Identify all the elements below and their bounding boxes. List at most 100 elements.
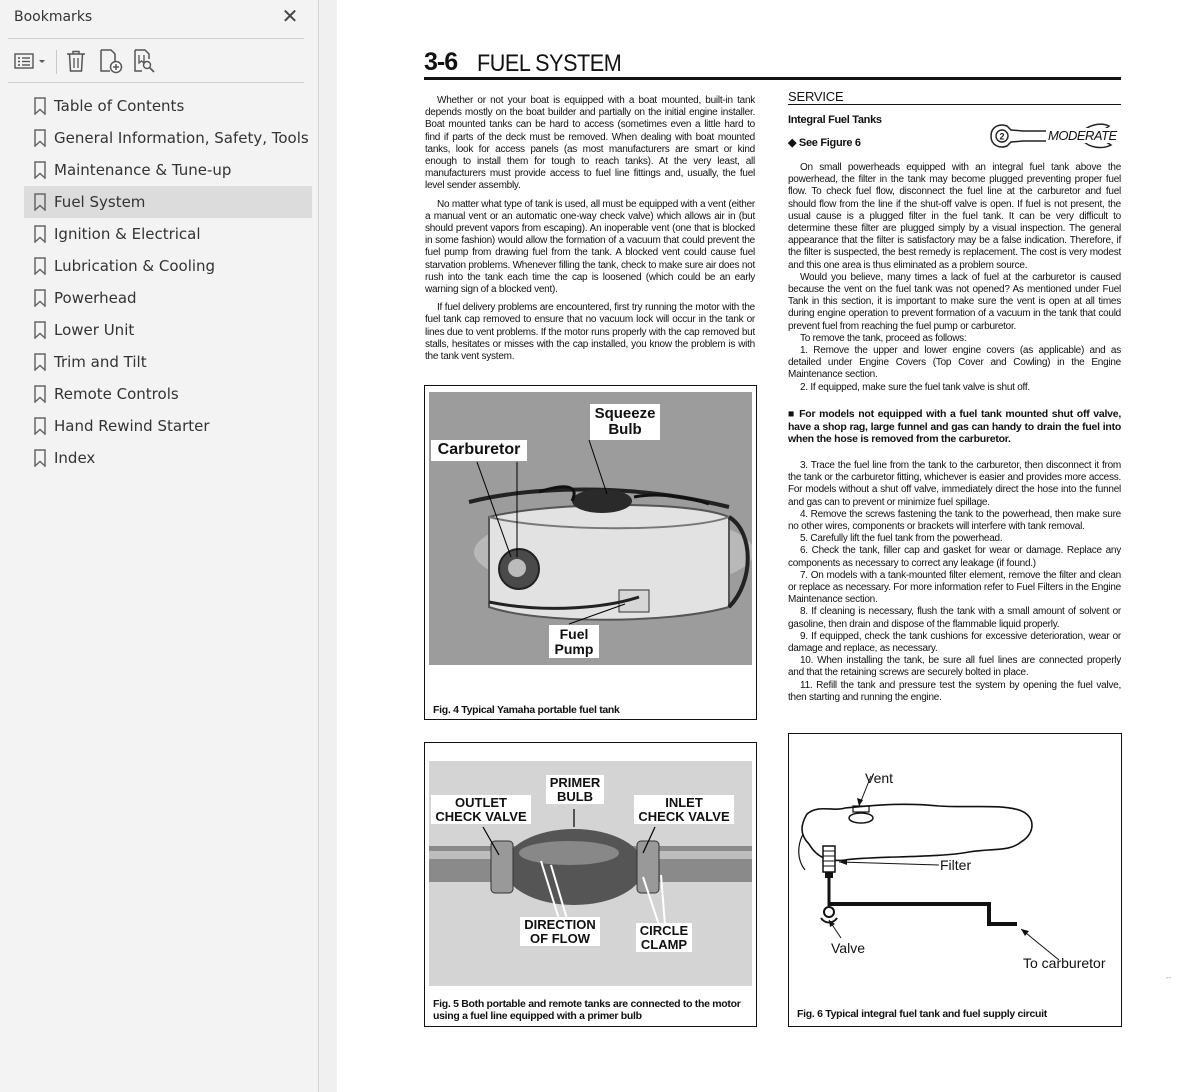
direction-of-flow-label: DIRECTION OF FLOW	[520, 917, 600, 947]
list-options-icon[interactable]	[12, 46, 48, 76]
step: 10. When installing the tank, be sure al…	[788, 655, 1121, 679]
bookmark-fuel-system[interactable]: Fuel System	[24, 186, 312, 218]
bookmark-label: Maintenance & Tune-up	[54, 161, 232, 179]
figure-caption: Fig. 4 Typical Yamaha portable fuel tank	[433, 704, 620, 716]
bookmark-lubrication[interactable]: Lubrication & Cooling	[24, 250, 312, 282]
step: 2. If equipped, make sure the fuel tank …	[800, 381, 1030, 393]
figure-reference-text: See Figure 6	[798, 137, 861, 149]
bookmark-label: Lubrication & Cooling	[54, 257, 216, 275]
label-text: Bulb	[608, 420, 642, 438]
bookmark-ignition[interactable]: Ignition & Electrical	[24, 218, 312, 250]
bookmark-hand-rewind-starter[interactable]: Hand Rewind Starter	[24, 410, 312, 442]
square-bullet-icon: ■	[788, 408, 800, 420]
paragraph: To remove the tank, proceed as follows:	[800, 332, 967, 344]
bookmark-lower-unit[interactable]: Lower Unit	[24, 314, 312, 346]
diamond-icon: ◆	[788, 137, 799, 149]
body-column-right: On small powerheads equipped with an int…	[788, 162, 1121, 394]
bookmark-icon	[29, 159, 51, 181]
fuel-tank-photo: Squeeze Bulb Carburetor Fuel Pump	[429, 392, 752, 665]
bookmark-label: Trim and Tilt	[54, 353, 147, 371]
subsection-heading: Integral Fuel Tanks	[788, 114, 882, 126]
vent-label: Vent	[865, 770, 894, 786]
bookmark-general-information[interactable]: General Information, Safety, Tools	[24, 122, 312, 154]
inlet-check-valve-label: INLET CHECK VALVE	[634, 795, 734, 825]
bookmark-maintenance[interactable]: Maintenance & Tune-up	[24, 154, 312, 186]
paragraph: Would you believe, many times a lack of …	[788, 271, 1121, 332]
bookmark-remote-controls[interactable]: Remote Controls	[24, 378, 312, 410]
step: 7. On models with a tank-mounted filter …	[788, 569, 1121, 606]
bookmark-label: Powerhead	[54, 289, 137, 307]
label-text: Fuel	[559, 626, 589, 642]
figure-5: PRIMER BULB OUTLET CHECK VALVE INLET CHECK …	[424, 742, 757, 1027]
panel-title: Bookmarks	[14, 9, 93, 25]
bookmark-label: General Information, Safety, Tools	[54, 129, 309, 147]
bookmark-label: Remote Controls	[54, 385, 179, 403]
step: 6. Check the tank, filler cap and gasket…	[788, 545, 1121, 569]
find-bookmark-icon[interactable]	[132, 46, 158, 76]
paragraph: If fuel delivery problems are encountere…	[425, 302, 755, 363]
primer-bulb-label: PRIMER BULB	[546, 775, 604, 805]
paragraph: No matter what type of tank is used, all…	[425, 198, 755, 296]
figure-caption: Fig. 6 Typical integral fuel tank and fu…	[797, 1008, 1047, 1020]
add-bookmark-icon[interactable]	[98, 46, 124, 76]
bookmark-icon	[29, 287, 51, 309]
paragraph: Whether or not your boat is equipped wit…	[425, 95, 755, 192]
bookmark-label: Index	[54, 449, 96, 467]
squeeze-bulb-label: Squeeze Bulb	[590, 404, 660, 440]
bookmark-icon	[29, 447, 51, 469]
figure-reference: ◆ See Figure 6	[788, 136, 861, 149]
bookmark-icon	[29, 415, 51, 437]
figure-6: Vent Filter Valve To carburetor Fig. 6 T…	[788, 733, 1122, 1027]
difficulty-badge: 2 MODERATE	[983, 118, 1123, 154]
page-mark: --	[1166, 973, 1172, 982]
svg-text:2: 2	[999, 132, 1004, 142]
carburetor-label: Carburetor	[431, 440, 527, 461]
section-number: 3-6	[424, 48, 458, 76]
figure-caption: Fig. 5 Both portable and remote tanks ar…	[433, 998, 741, 1022]
bookmark-icon	[29, 383, 51, 405]
label-text: BULB	[556, 788, 594, 804]
step: 4. Remove the screws fastening the tank …	[788, 508, 1121, 533]
document-viewer[interactable]: 3-6 FUEL SYSTEM Whether or not your boat…	[319, 0, 1183, 1092]
step: 5. Carefully lift the fuel tank from the…	[800, 533, 1003, 545]
bookmarks-toolbar	[10, 44, 310, 78]
step: 8. If cleaning is necessary, flush the t…	[788, 606, 1121, 630]
divider	[8, 82, 304, 83]
warning-text: For models not equipped with a fuel tank…	[788, 408, 1122, 445]
section-title: FUEL SYSTEM	[477, 50, 622, 77]
bookmark-index[interactable]: Index	[24, 442, 312, 474]
bookmark-label: Lower Unit	[54, 321, 135, 339]
step: 11. Refill the tank and pressure test th…	[788, 679, 1121, 703]
bookmark-label: Ignition & Electrical	[54, 225, 201, 243]
bookmark-label: Hand Rewind Starter	[54, 417, 210, 435]
filter-label: Filter	[940, 857, 972, 873]
bookmark-icon	[29, 351, 51, 373]
bookmark-table-of-contents[interactable]: Table of Contents	[24, 90, 312, 122]
divider	[8, 38, 304, 39]
service-heading: SERVICE	[788, 89, 844, 104]
paragraph: On small powerheads equipped with an int…	[788, 162, 1121, 271]
bookmark-icon	[29, 223, 51, 245]
bookmark-icon	[29, 255, 51, 277]
bookmark-trim-and-tilt[interactable]: Trim and Tilt	[24, 346, 312, 378]
figure-4: Squeeze Bulb Carburetor Fuel Pump Fig. 4 T…	[424, 385, 757, 720]
bookmark-powerhead[interactable]: Powerhead	[24, 282, 312, 314]
to-carburetor-label: To carburetor	[1023, 955, 1106, 971]
label-text: OF FLOW	[530, 930, 590, 946]
difficulty-label: MODERATE	[1046, 128, 1119, 143]
bookmark-list: Table of Contents General Information, S…	[24, 90, 312, 474]
circle-clamp-label: CIRCLE CLAMP	[636, 923, 692, 953]
close-icon[interactable]: ✕	[279, 6, 301, 28]
bookmark-label: Table of Contents	[54, 97, 185, 115]
label-text: CHECK VALVE	[435, 808, 527, 824]
pdf-page: 3-6 FUEL SYSTEM Whether or not your boat…	[337, 0, 1183, 1092]
step: 1. Remove the upper and lower engine cov…	[788, 345, 1121, 381]
toolbar-divider	[56, 50, 57, 74]
label-text: Squeeze	[594, 405, 656, 422]
bookmark-icon	[29, 191, 51, 213]
steps-column: 3. Trace the fuel line from the tank to …	[788, 460, 1121, 704]
trash-icon[interactable]	[64, 46, 88, 76]
bookmark-icon	[29, 95, 51, 117]
step: 9. If equipped, check the tank cushions …	[788, 630, 1121, 655]
step: 3. Trace the fuel line from the tank to …	[788, 460, 1121, 508]
